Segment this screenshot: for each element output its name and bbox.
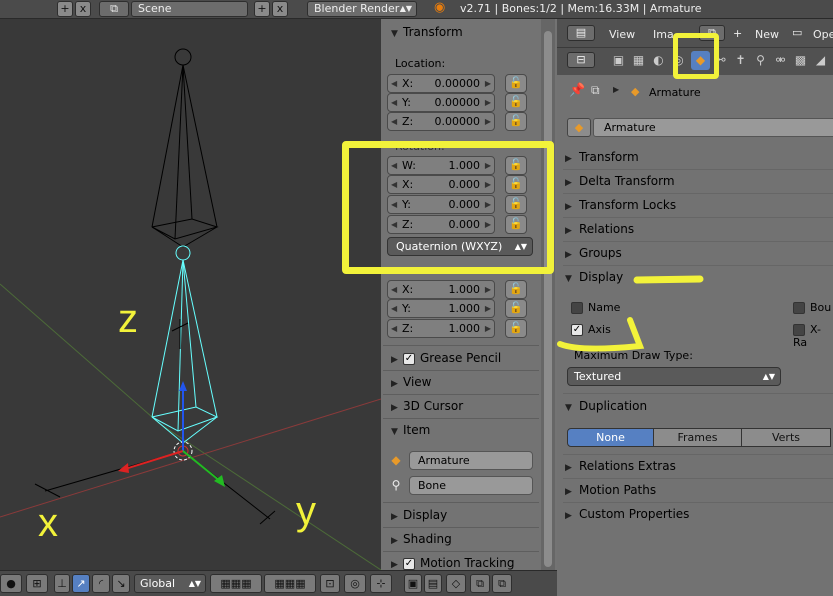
annotation-marks <box>557 275 704 352</box>
display-underline-mark <box>633 275 704 284</box>
axis-check-mark <box>557 317 645 352</box>
